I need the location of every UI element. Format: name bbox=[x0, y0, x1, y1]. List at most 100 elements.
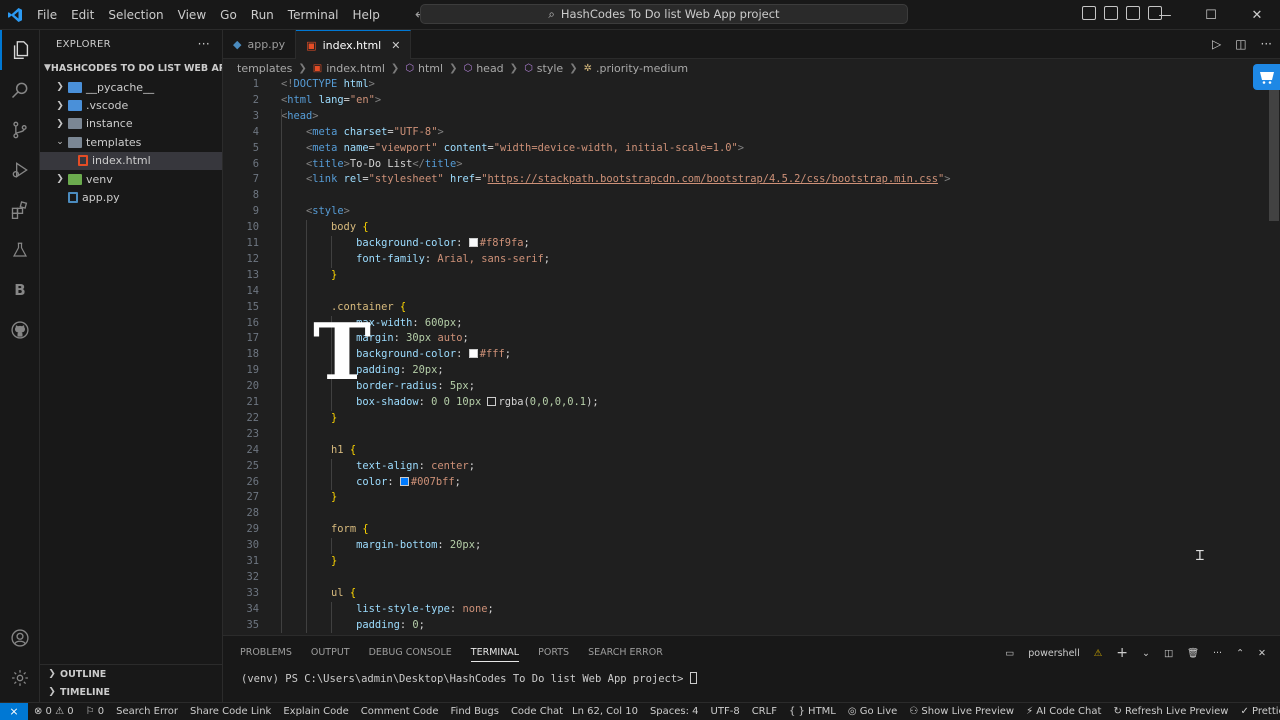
breadcrumb-item[interactable]: style bbox=[537, 62, 563, 75]
explorer-icon[interactable] bbox=[0, 30, 40, 70]
trash-icon[interactable]: 🗑 bbox=[1187, 648, 1199, 659]
close-window-icon[interactable]: ✕ bbox=[1234, 0, 1280, 30]
status-spaces-4[interactable]: Spaces: 4 bbox=[644, 706, 705, 717]
menu-item-run[interactable]: Run bbox=[244, 0, 281, 30]
breadcrumb-item[interactable]: head bbox=[476, 62, 503, 75]
outline-section[interactable]: ❯ OUTLINE bbox=[40, 665, 223, 683]
status-ai-code-chat[interactable]: ⚡ AI Code Chat bbox=[1020, 706, 1107, 717]
split-editor-icon[interactable]: ◫ bbox=[1235, 37, 1246, 51]
color-swatch[interactable] bbox=[468, 349, 478, 359]
status-code-chat[interactable]: Code Chat bbox=[505, 706, 569, 717]
menu-item-go[interactable]: Go bbox=[213, 0, 244, 30]
github-icon[interactable] bbox=[0, 310, 40, 350]
panel-tab-debug-console[interactable]: DEBUG CONSOLE bbox=[369, 647, 452, 658]
tree-item-templates[interactable]: ⌄ templates bbox=[40, 133, 222, 151]
editor-scrollbar[interactable] bbox=[1268, 77, 1280, 635]
menu-item-edit[interactable]: Edit bbox=[64, 0, 101, 30]
tree-item-index-html[interactable]: index.html bbox=[40, 151, 222, 170]
code-token: https://stackpath.bootstrapcdn.com/boots… bbox=[487, 173, 938, 186]
tree-item-venv[interactable]: ❯ venv bbox=[40, 170, 222, 188]
minimize-icon[interactable]: — bbox=[1142, 0, 1188, 30]
breadcrumb-item[interactable]: html bbox=[418, 62, 443, 75]
status-search-error[interactable]: Search Error bbox=[110, 706, 184, 717]
status-show-live-preview[interactable]: ⚇ Show Live Preview bbox=[903, 706, 1020, 717]
run-file-icon[interactable]: ▷ bbox=[1212, 37, 1221, 51]
color-swatch[interactable] bbox=[487, 397, 497, 406]
panel-tab-ports[interactable]: PORTS bbox=[538, 647, 569, 658]
breadcrumb-item[interactable]: index.html bbox=[326, 62, 385, 75]
status-0[interactable]: ⚐ 0 bbox=[80, 706, 111, 717]
extension-badge-icon[interactable] bbox=[1253, 64, 1280, 90]
more-actions-icon[interactable]: ··· bbox=[1261, 37, 1272, 51]
line-number: 24 bbox=[246, 443, 259, 456]
menu-item-terminal[interactable]: Terminal bbox=[281, 0, 346, 30]
extensions-icon[interactable] bbox=[0, 190, 40, 230]
panel-tab-search-error[interactable]: SEARCH ERROR bbox=[588, 647, 663, 658]
toggle-primary-sidebar-icon[interactable] bbox=[1082, 6, 1096, 20]
color-swatch[interactable] bbox=[468, 238, 478, 247]
shell-name[interactable]: powershell bbox=[1028, 648, 1079, 659]
chevron-right-icon: ❯ bbox=[390, 62, 400, 74]
status-utf-8[interactable]: UTF-8 bbox=[705, 706, 746, 717]
code-editor[interactable]: 1 <!DOCTYPE html> 2 <html lang="en"> 3 <head>… bbox=[223, 77, 1280, 635]
manage-gear-icon[interactable] bbox=[0, 658, 40, 698]
split-terminal-icon[interactable]: ◫ bbox=[1164, 648, 1173, 659]
panel-tab-problems[interactable]: PROBLEMS bbox=[240, 647, 292, 658]
menu-item-help[interactable]: Help bbox=[346, 0, 387, 30]
color-swatch[interactable] bbox=[399, 476, 409, 486]
python-file-icon: ◆ bbox=[233, 38, 242, 51]
status-comment-code[interactable]: Comment Code bbox=[355, 706, 445, 717]
folder-icon bbox=[68, 173, 82, 185]
status-refresh-live-preview[interactable]: ↻ Refresh Live Preview bbox=[1107, 706, 1234, 717]
status-explain-code[interactable]: Explain Code bbox=[277, 706, 354, 717]
terminal-cursor bbox=[689, 672, 697, 684]
chevron-down-icon[interactable]: ⌄ bbox=[1142, 648, 1150, 659]
breadcrumb-item[interactable]: templates bbox=[237, 62, 292, 75]
line-number: 10 bbox=[246, 221, 259, 234]
search-view-icon[interactable] bbox=[0, 70, 40, 110]
tab-app-py[interactable]: ◆ app.py bbox=[223, 30, 297, 59]
new-terminal-icon[interactable]: + bbox=[1116, 645, 1128, 661]
project-root[interactable]: ▼ HASHCODES TO DO LIST WEB APP P... bbox=[40, 58, 222, 78]
status-ln-62-col-10[interactable]: Ln 62, Col 10 bbox=[566, 706, 644, 717]
code-line: 28 bbox=[223, 506, 1263, 522]
bootstrap-b-icon[interactable]: B bbox=[0, 270, 40, 310]
status-go-live[interactable]: ◎ Go Live bbox=[842, 706, 903, 717]
source-control-icon[interactable] bbox=[0, 110, 40, 150]
remote-icon[interactable]: ⨯ bbox=[0, 702, 28, 720]
scrollbar-thumb[interactable] bbox=[1269, 81, 1279, 221]
tab-index-html[interactable]: ▣ index.html ✕ bbox=[296, 30, 412, 59]
status-html[interactable]: { } HTML bbox=[783, 706, 842, 717]
chevron-up-icon[interactable]: ⌃ bbox=[1236, 648, 1244, 659]
tree-item-vscode[interactable]: ❯ .vscode bbox=[40, 96, 222, 114]
status-prettier[interactable]: ✓ Prettier bbox=[1234, 706, 1280, 717]
more-actions-icon[interactable]: ··· bbox=[1213, 648, 1222, 659]
command-center[interactable]: ⌕ HashCodes To Do list Web App project bbox=[420, 4, 908, 24]
breadcrumb-item[interactable]: .priority-medium bbox=[596, 62, 688, 75]
close-tab-icon[interactable]: ✕ bbox=[391, 39, 400, 52]
menu-item-file[interactable]: File bbox=[30, 0, 64, 30]
status-share-code-link[interactable]: Share Code Link bbox=[184, 706, 277, 717]
panel-tab-output[interactable]: OUTPUT bbox=[311, 647, 350, 658]
panel-tab-terminal[interactable]: TERMINAL bbox=[470, 643, 520, 662]
status-find-bugs[interactable]: Find Bugs bbox=[445, 706, 505, 717]
menu-item-view[interactable]: View bbox=[171, 0, 213, 30]
toggle-panel-icon[interactable] bbox=[1104, 6, 1118, 20]
run-debug-icon[interactable] bbox=[0, 150, 40, 190]
accounts-icon[interactable] bbox=[0, 618, 40, 658]
status-crlf[interactable]: CRLF bbox=[746, 706, 783, 717]
toggle-secondary-sidebar-icon[interactable] bbox=[1126, 6, 1140, 20]
close-panel-icon[interactable]: ✕ bbox=[1258, 648, 1266, 659]
maximize-icon[interactable]: ☐ bbox=[1188, 0, 1234, 30]
timeline-section[interactable]: ❯ TIMELINE bbox=[40, 683, 223, 701]
menu-item-selection[interactable]: Selection bbox=[101, 0, 170, 30]
tree-item-pycache[interactable]: ❯ __pycache__ bbox=[40, 78, 222, 96]
more-actions-icon[interactable]: ··· bbox=[198, 37, 210, 51]
tree-item-instance[interactable]: ❯ instance bbox=[40, 115, 222, 133]
status-0-0[interactable]: ⊗ 0 ⚠ 0 bbox=[28, 706, 80, 717]
code-token: ul bbox=[331, 586, 344, 599]
tree-item-app-py[interactable]: app.py bbox=[40, 188, 222, 206]
testing-flask-icon[interactable] bbox=[0, 230, 40, 270]
terminal-output[interactable]: (venv) PS C:\Users\admin\Desktop\HashCod… bbox=[241, 672, 697, 685]
